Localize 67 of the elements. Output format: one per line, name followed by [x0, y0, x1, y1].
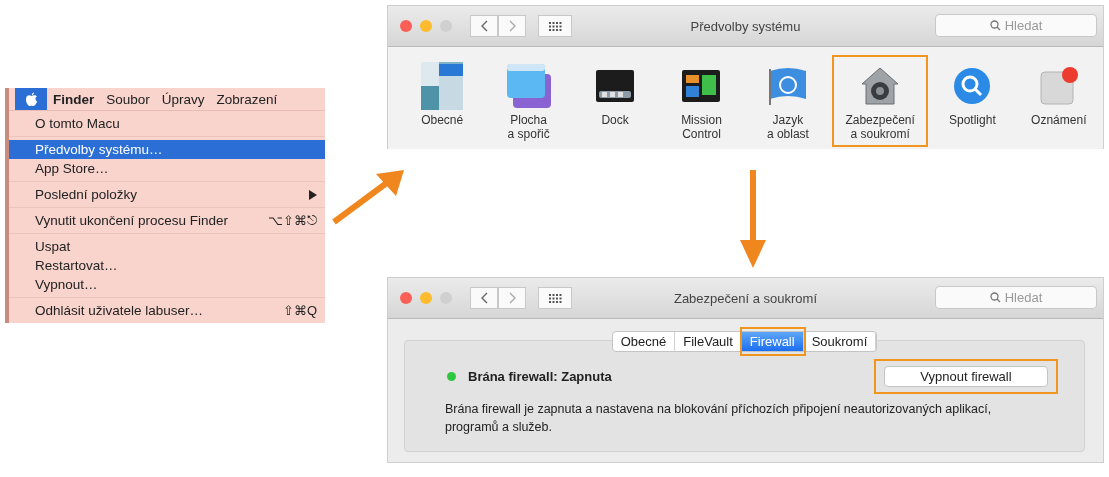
menu-item[interactable]: Předvolby systému… [9, 140, 325, 159]
menu-item[interactable]: O tomto Macu [9, 114, 325, 133]
apple-menu[interactable] [15, 88, 47, 110]
back-button[interactable] [470, 287, 498, 309]
apple-icon [24, 91, 38, 107]
search-icon [989, 292, 1001, 303]
menu-item-label: App Store… [35, 161, 109, 176]
menu-item-label: Vynutit ukončení procesu Finder [35, 213, 229, 228]
minimize-button[interactable] [420, 20, 432, 32]
chevron-left-icon [480, 20, 488, 32]
menu-item[interactable]: Vypnout… [9, 275, 325, 294]
preference-pane[interactable]: Spotlight [930, 55, 1015, 147]
preference-pane[interactable]: Dock [572, 55, 658, 147]
show-all-button[interactable] [538, 15, 572, 37]
keyboard-shortcut: ⌥⇧⌘⎋ [268, 212, 317, 229]
window-title: Zabezpečení a soukromí [673, 290, 818, 306]
preference-pane[interactable]: Zabezpečení a soukromí [832, 55, 929, 147]
grid-icon [548, 21, 562, 31]
menu-item[interactable]: Vynutit ukončení procesu Finder ⌥⇧⌘⎋ [9, 211, 325, 230]
tab[interactable]: Soukromí [803, 332, 877, 351]
flag-icon [767, 67, 808, 105]
menu-item-label: Vypnout… [35, 277, 98, 292]
status-label: Brána firewall: Zapnuta [468, 369, 612, 384]
mission-control-icon [682, 70, 721, 102]
window-title: Předvolby systému [690, 18, 801, 34]
minimize-button[interactable] [420, 292, 432, 304]
menu-bar-item[interactable]: Zobrazení [210, 88, 284, 110]
menu-bar-item[interactable]: Soubor [100, 88, 156, 110]
menu-item[interactable]: Uspat [9, 237, 325, 256]
general-icon [421, 62, 464, 110]
chevron-right-icon [508, 292, 516, 304]
menu-item[interactable]: App Store… [9, 159, 325, 178]
keyboard-shortcut: ⇧⌘Q [282, 303, 317, 318]
menu-item-label: Odhlásit uživatele labuser… [35, 303, 204, 318]
menu-bar-item[interactable]: Úpravy [155, 88, 211, 110]
notification-icon [1038, 66, 1079, 106]
dock-icon [596, 70, 635, 102]
menu-item[interactable]: Restartovat… [9, 256, 325, 275]
search-icon [989, 20, 1001, 31]
menu-bar-item[interactable]: Finder [47, 88, 101, 110]
preference-pane[interactable]: Obecné [400, 55, 485, 147]
forward-button[interactable] [498, 287, 526, 309]
chevron-left-icon [480, 292, 488, 304]
description: Brána firewall je zapnuta a nastavena na blokování příchozích připojení neautorizovaných aplikací, programů a služeb. [444, 401, 993, 436]
turn-off-firewall-button[interactable]: Vypnout firewall [884, 366, 1048, 387]
chevron-right-icon [508, 20, 516, 32]
preference-pane[interactable]: Oznámení [1016, 55, 1101, 147]
preference-pane[interactable]: Jazyk a oblast [745, 55, 831, 147]
preference-pane[interactable]: Plocha a spořič [486, 55, 571, 147]
grid-icon [548, 293, 562, 303]
search-icon [953, 67, 992, 105]
preference-pane[interactable]: Mission Control [659, 55, 744, 147]
back-button[interactable] [470, 15, 498, 37]
desktop-icon [506, 64, 551, 108]
show-all-button[interactable] [538, 287, 572, 309]
close-button[interactable] [400, 20, 412, 32]
close-button[interactable] [400, 292, 412, 304]
menu-item-label: Poslední položky [35, 187, 138, 202]
menu-item-label: Restartovat… [35, 258, 118, 273]
menu-item-label: O tomto Macu [35, 116, 120, 131]
forward-button[interactable] [498, 15, 526, 37]
tab[interactable]: FileVault [675, 332, 742, 351]
house-lock-icon [860, 66, 901, 106]
menu-item-label: Uspat [35, 239, 71, 254]
menu-item-label: Předvolby systému… [35, 142, 163, 157]
menu-item[interactable]: Poslední položky [9, 185, 325, 204]
menu-item[interactable]: Odhlásit uživatele labuser… ⇧⌘Q [9, 301, 325, 320]
